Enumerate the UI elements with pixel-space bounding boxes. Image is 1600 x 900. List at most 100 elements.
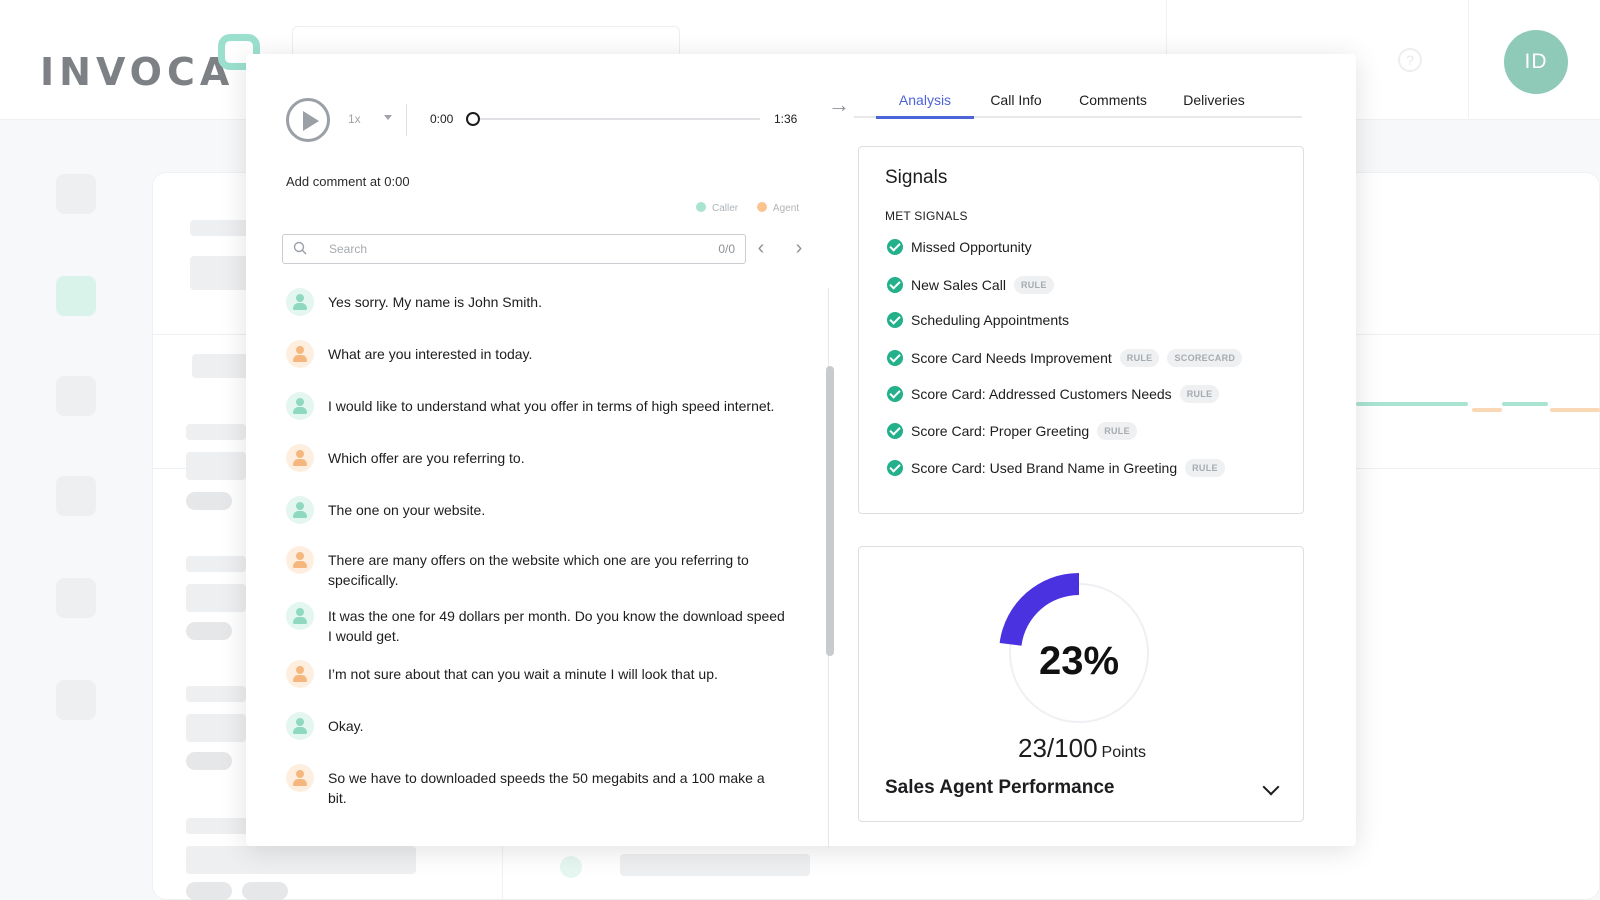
- signal-item: Score Card: Used Brand Name in Greeting R…: [887, 458, 1225, 477]
- placeholder-bar: [186, 584, 246, 612]
- person-icon: [560, 856, 582, 878]
- signals-card: Signals MET SIGNALS Missed Opportunity Ne…: [858, 146, 1304, 514]
- transcript-line[interactable]: There are many offers on the website whi…: [286, 546, 786, 590]
- tab-analysis[interactable]: Analysis: [876, 92, 974, 108]
- divider: [1468, 0, 1469, 118]
- signal-tag: RULE: [1185, 458, 1225, 477]
- caller-avatar-icon: [286, 288, 314, 316]
- placeholder-bar: [186, 714, 246, 742]
- score-points: 23/100 Points: [859, 733, 1305, 764]
- legend-agent-label: Agent: [772, 203, 800, 214]
- signal-label: Missed Opportunity: [911, 239, 1032, 255]
- scrollbar-thumb[interactable]: [826, 366, 834, 656]
- sidebar-icon[interactable]: [56, 476, 96, 516]
- add-comment-link[interactable]: Add comment at 0:00: [286, 174, 410, 189]
- duration: 1:36: [774, 112, 798, 126]
- signal-item: New Sales Call RULE: [887, 275, 1054, 294]
- transcript-line[interactable]: I’m not sure about that can you wait a m…: [286, 660, 786, 688]
- caller-avatar-icon: [286, 392, 314, 420]
- play-icon[interactable]: [286, 98, 330, 142]
- placeholder-bar: [186, 686, 246, 702]
- transcript-text: I’m not sure about that can you wait a m…: [328, 666, 718, 682]
- check-circle-icon: [887, 239, 903, 255]
- transcript-line[interactable]: I would like to understand what you offe…: [286, 392, 786, 420]
- scorecard-title: Sales Agent Performance: [885, 777, 1115, 798]
- transcript-line[interactable]: Okay.: [286, 712, 786, 740]
- signal-item: Score Card: Addressed Customers Needs RUL…: [887, 385, 1220, 404]
- legend-agent: Agent: [756, 202, 800, 214]
- timeline-segment-caller: [1502, 402, 1548, 406]
- signal-tag: SCORECARD: [1167, 348, 1243, 367]
- current-time: 0:00: [430, 112, 454, 126]
- chevron-left-icon[interactable]: ‹: [750, 238, 772, 260]
- transcript-text: Yes sorry. My name is John Smith.: [328, 294, 542, 310]
- divider: [502, 846, 503, 900]
- playback-speed[interactable]: 1x: [348, 112, 361, 126]
- sidebar-icon[interactable]: [56, 680, 96, 720]
- placeholder-bar: [620, 854, 810, 876]
- signals-title: Signals: [885, 167, 948, 188]
- transcript-text: What are you interested in today.: [328, 346, 533, 362]
- transcript-line[interactable]: It was the one for 49 dollars per month.…: [286, 602, 786, 646]
- tab-comments[interactable]: Comments: [1060, 92, 1166, 108]
- transcript-search: 0/0: [282, 234, 746, 264]
- user-avatar[interactable]: ID: [1504, 30, 1568, 94]
- signal-item: Missed Opportunity: [887, 239, 1032, 255]
- caret-down-icon[interactable]: [384, 115, 392, 120]
- agent-avatar-icon: [286, 764, 314, 792]
- signal-label: Scheduling Appointments: [911, 312, 1069, 329]
- placeholder-pill: [186, 882, 232, 900]
- scrub-track[interactable]: [480, 118, 760, 120]
- signal-tag: RULE: [1097, 422, 1137, 440]
- check-circle-icon: [887, 423, 903, 439]
- agent-avatar-icon: [286, 660, 314, 688]
- signal-label: Score Card: Addressed Customers Needs: [911, 386, 1172, 403]
- transcript-line[interactable]: Yes sorry. My name is John Smith.: [286, 288, 786, 316]
- placeholder-bar: [190, 256, 250, 290]
- score-percent: 23%: [1038, 639, 1120, 683]
- transcript-line[interactable]: So we have to downloaded speeds the 50 m…: [286, 764, 786, 808]
- transcript-line[interactable]: What are you interested in today.: [286, 340, 786, 368]
- placeholder-bar: [190, 220, 250, 236]
- chevron-right-icon[interactable]: ›: [788, 238, 810, 260]
- signal-tag: RULE: [1119, 348, 1160, 367]
- check-circle-icon: [887, 386, 903, 403]
- transcript-text: The one on your website.: [328, 502, 486, 518]
- met-signals-label: MET SIGNALS: [885, 209, 968, 223]
- transcript-line[interactable]: The one on your website.: [286, 496, 786, 524]
- check-circle-icon: [887, 312, 903, 329]
- sidebar-icon[interactable]: [56, 376, 96, 416]
- transcript-text: Okay.: [328, 718, 364, 734]
- agent-avatar-icon: [286, 340, 314, 368]
- scrub-handle[interactable]: [466, 112, 480, 126]
- sidebar-icon[interactable]: [56, 578, 96, 618]
- legend-caller: Caller: [696, 202, 738, 214]
- transcript-text: So we have to downloaded speeds the 50 m…: [328, 770, 765, 806]
- placeholder-bar: [186, 452, 246, 480]
- caller-avatar-icon: [286, 602, 314, 630]
- transcript-line[interactable]: Which offer are you referring to.: [286, 444, 786, 472]
- timeline-segment-agent: [1472, 408, 1502, 412]
- search-icon: [293, 241, 307, 255]
- score-card: 23% 23/100 Points Sales Agent Performance: [858, 546, 1304, 822]
- agent-dot-icon: [756, 202, 767, 212]
- chevron-down-icon[interactable]: [1262, 778, 1280, 796]
- caller-avatar-icon: [286, 712, 314, 740]
- search-match-count: 0/0: [718, 242, 735, 256]
- tab-call-info[interactable]: Call Info: [974, 92, 1058, 108]
- placeholder-pill: [186, 492, 232, 510]
- logo-text: INVOCA: [40, 50, 235, 94]
- call-detail-modal: 1x 0:00 1:36 Add comment at 0:00 Caller …: [246, 54, 1356, 848]
- agent-avatar-icon: [286, 444, 314, 472]
- transcript-list[interactable]: Yes sorry. My name is John Smith. What ar…: [286, 288, 786, 818]
- arrow-right-icon[interactable]: →: [828, 92, 850, 118]
- speaker-legend: Caller Agent: [696, 202, 815, 214]
- timeline-segment-agent: [1550, 408, 1600, 412]
- search-input[interactable]: [329, 235, 669, 263]
- transcript-text: Which offer are you referring to.: [328, 450, 525, 466]
- check-circle-icon: [887, 349, 903, 366]
- sidebar-icon-active[interactable]: [56, 276, 96, 316]
- help-icon[interactable]: ?: [1398, 48, 1422, 72]
- sidebar-icon[interactable]: [56, 174, 96, 214]
- tab-deliveries[interactable]: Deliveries: [1166, 92, 1262, 108]
